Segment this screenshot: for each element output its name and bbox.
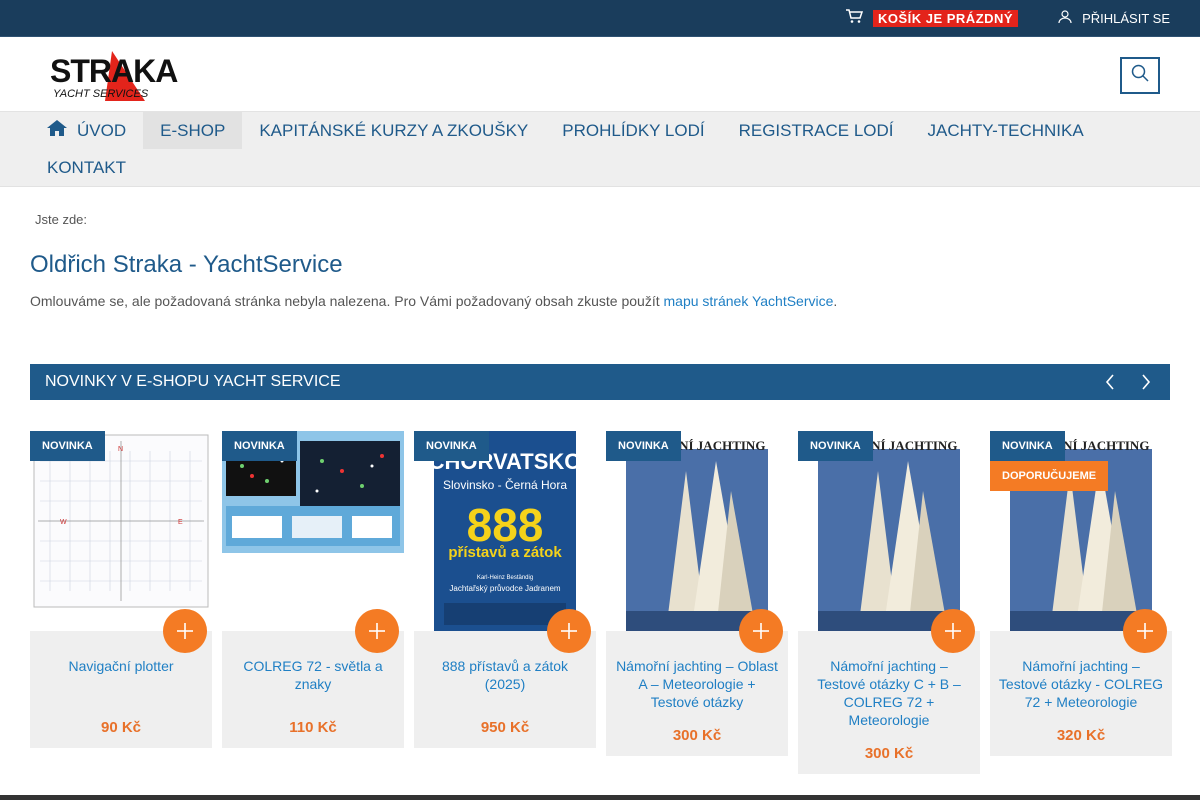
product-image[interactable]: NOVINKA N W E <box>30 431 212 631</box>
cover-line: přístavů a zátok <box>448 544 562 561</box>
add-to-cart-button[interactable] <box>163 609 207 653</box>
user-icon <box>1058 9 1082 27</box>
new-badge: NOVINKA <box>798 431 873 461</box>
nav-item-eshop[interactable]: E-SHOP <box>143 112 243 149</box>
product-price: 950 Kč <box>480 719 530 736</box>
new-badge: NOVINKA <box>606 431 681 461</box>
cart-status-badge[interactable]: KOŠÍK JE PRÁZDNÝ <box>872 9 1019 27</box>
product-image[interactable]: NOVINKA CHORVATSKO Slovinsko - Černá Hor… <box>414 431 596 631</box>
add-to-cart-button[interactable] <box>931 609 975 653</box>
product-card[interactable]: NOVINKA CHORVATSKO Slovinsko - Černá Hor… <box>414 431 596 774</box>
product-price: 300 Kč <box>672 727 722 744</box>
cart-icon <box>845 8 873 29</box>
page-title: Oldřich Straka - YachtService <box>30 251 343 278</box>
breadcrumb: Jste zde: <box>35 212 88 227</box>
logo[interactable]: STRAKA YACHT SERVICES <box>50 49 180 101</box>
product-card[interactable]: NOVINKA NÁMOŘNÍ JACHTING Námořní jachtin… <box>606 431 788 774</box>
add-to-cart-button[interactable] <box>1123 609 1167 653</box>
add-to-cart-button[interactable] <box>547 609 591 653</box>
nav-item-technika[interactable]: JACHTY-TECHNIKA <box>911 112 1101 149</box>
product-carousel: NOVINKA N W E Navigační plotter 90 Kč NO… <box>30 431 1172 774</box>
nav-item-registrace[interactable]: REGISTRACE LODÍ <box>722 112 911 149</box>
nav-label: ÚVOD <box>77 120 127 140</box>
top-bar: KOŠÍK JE PRÁZDNÝ PŘIHLÁSIT SE <box>0 0 1200 37</box>
sitemap-link[interactable]: mapu stránek YachtService <box>664 293 834 309</box>
nav-label: E-SHOP <box>160 120 226 140</box>
product-card[interactable]: NOVINKA N W E Navigační plotter 90 Kč <box>30 431 212 774</box>
logo-subtext: YACHT SERVICES <box>53 88 149 100</box>
cover-author: Karl-Heinz Beständig <box>477 575 533 581</box>
product-image[interactable]: NOVINKA <box>222 431 404 631</box>
product-image[interactable]: NOVINKA DOPORUČUJEME NÁMOŘNÍ JACHTING <box>990 431 1172 631</box>
product-image[interactable]: NOVINKA NÁMOŘNÍ JACHTING <box>606 431 788 631</box>
product-card[interactable]: NOVINKA NÁMOŘNÍ JACHTING Námořní jachtin… <box>798 431 980 774</box>
product-name[interactable]: Námořní jachting – Testové otázky C + B … <box>806 657 972 729</box>
nav-item-uvod[interactable]: ÚVOD <box>30 112 143 149</box>
nav-label: KONTAKT <box>47 157 127 177</box>
product-name[interactable]: Navigační plotter <box>38 657 204 703</box>
main-content: Jste zde: Oldřich Straka - YachtService … <box>0 212 1200 774</box>
nav-label: REGISTRACE LODÍ <box>738 120 894 140</box>
product-price: 320 Kč <box>1056 727 1106 744</box>
footer-edge <box>0 795 1200 800</box>
nav-item-prohlidky[interactable]: PROHLÍDKY LODÍ <box>545 112 721 149</box>
product-price: 300 Kč <box>864 745 914 762</box>
nav-label: KAPITÁNSKÉ KURZY A ZKOUŠKY <box>259 120 529 140</box>
new-badge: NOVINKA <box>30 431 105 461</box>
message-text: Omlouváme se, ale požadovaná stránka neb… <box>30 293 660 309</box>
nav-label: JACHTY-TECHNIKA <box>927 120 1084 140</box>
product-price: 90 Kč <box>100 719 142 736</box>
nav-label: PROHLÍDKY LODÍ <box>562 120 705 140</box>
product-card[interactable]: NOVINKA COLREG 72 - světla a znaky 110 K… <box>222 431 404 774</box>
cart-link[interactable]: KOŠÍK JE PRÁZDNÝ <box>845 8 1019 29</box>
nav-item-kontakt[interactable]: KONTAKT <box>30 149 143 186</box>
new-badge: NOVINKA <box>414 431 489 461</box>
add-to-cart-button[interactable] <box>355 609 399 653</box>
not-found-message: Omlouváme se, ale požadovaná stránka neb… <box>30 293 1170 309</box>
next-arrow-icon[interactable] <box>1137 372 1155 392</box>
message-end: . <box>833 293 838 309</box>
section-title: NOVINKY V E-SHOPU YACHT SERVICE <box>45 373 341 390</box>
prev-arrow-icon[interactable] <box>1101 372 1119 392</box>
cover-guide: Jachtařský průvodce Jadranem <box>449 584 561 593</box>
product-name[interactable]: Námořní jachting – Oblast A – Meteorolog… <box>614 657 780 711</box>
product-card[interactable]: NOVINKA DOPORUČUJEME NÁMOŘNÍ JACHTING Ná… <box>990 431 1172 774</box>
logo-text: STRAKA <box>50 53 178 89</box>
svg-text:N: N <box>118 446 123 453</box>
search-button[interactable] <box>1120 57 1160 94</box>
nav-item-kurzy[interactable]: KAPITÁNSKÉ KURZY A ZKOUŠKY <box>242 112 545 149</box>
recommended-badge: DOPORUČUJEME <box>990 461 1109 491</box>
product-name[interactable]: Námořní jachting – Testové otázky - COLR… <box>998 657 1164 711</box>
product-price: 110 Kč <box>289 719 337 736</box>
new-badge: NOVINKA <box>990 431 1065 461</box>
svg-text:E: E <box>178 519 183 526</box>
product-image[interactable]: NOVINKA NÁMOŘNÍ JACHTING <box>798 431 980 631</box>
svg-text:W: W <box>60 519 67 526</box>
product-name[interactable]: 888 přístavů a zátok (2025) <box>422 657 588 703</box>
home-icon <box>47 120 67 141</box>
header: STRAKA YACHT SERVICES <box>0 37 1200 112</box>
product-name[interactable]: COLREG 72 - světla a znaky <box>230 657 396 703</box>
login-link[interactable]: PŘIHLÁSIT SE <box>1058 9 1170 27</box>
search-icon <box>1131 64 1149 87</box>
add-to-cart-button[interactable] <box>739 609 783 653</box>
new-products-header: NOVINKY V E-SHOPU YACHT SERVICE <box>30 364 1170 400</box>
main-nav: ÚVOD E-SHOP KAPITÁNSKÉ KURZY A ZKOUŠKY P… <box>0 112 1200 187</box>
login-label[interactable]: PŘIHLÁSIT SE <box>1082 11 1170 26</box>
cover-subtitle: Slovinsko - Černá Hora <box>443 477 567 492</box>
new-badge: NOVINKA <box>222 431 297 461</box>
